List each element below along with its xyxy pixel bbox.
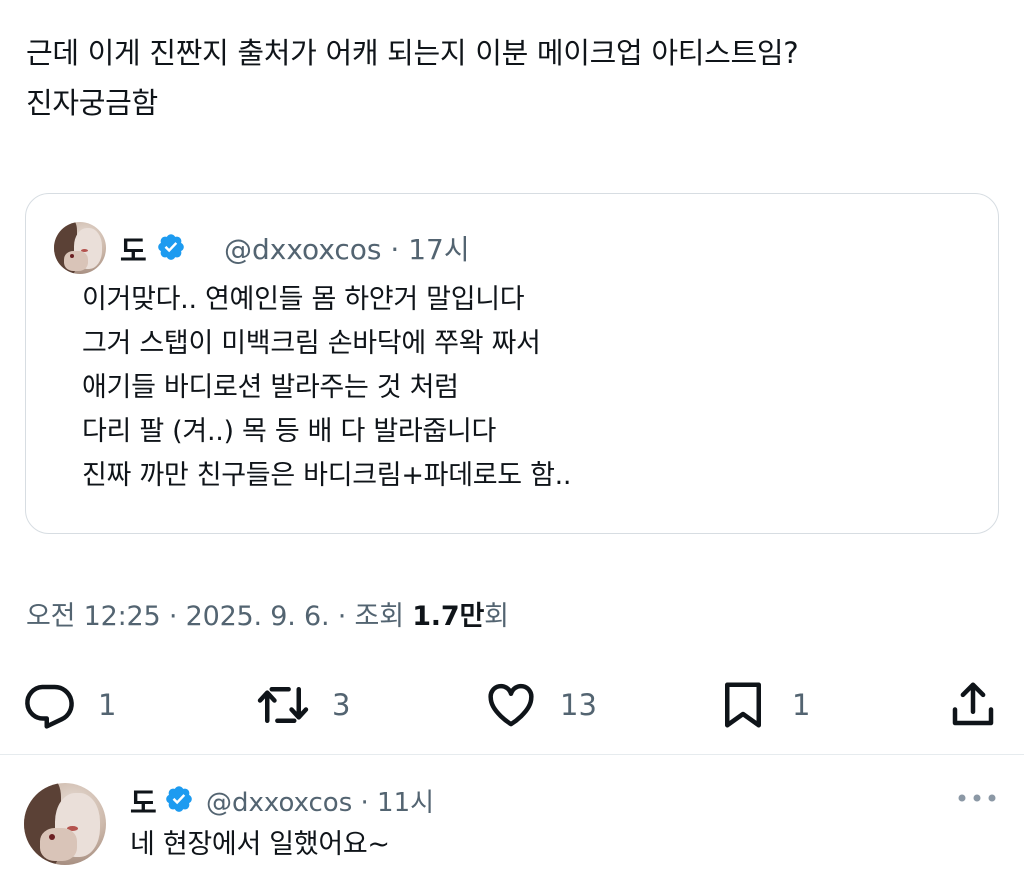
reply-icon (25, 684, 74, 729)
bookmark-button[interactable]: 1 (716, 670, 810, 740)
quoted-line: 진짜 까만 친구들은 바디크림+파데로도 함.. (82, 460, 572, 491)
reply-button[interactable]: 1 (22, 670, 116, 740)
retweet-button[interactable]: 3 (256, 670, 350, 740)
action-bar: 1 3 13 1 (0, 670, 1024, 740)
quoted-line: 이거맞다.. 연예인들 몸 하얀거 말입니다 (82, 284, 525, 315)
quoted-line: 다리 팔 (겨..) 목 등 배 다 발라줍니다 (82, 416, 497, 447)
avatar[interactable] (24, 783, 106, 865)
like-button[interactable]: 13 (484, 670, 597, 740)
more-icon[interactable] (955, 788, 999, 808)
author-name[interactable]: 도 (130, 780, 157, 822)
bookmark-icon (725, 682, 761, 728)
avatar[interactable] (54, 222, 106, 274)
like-icon (488, 683, 534, 727)
author-name[interactable]: 도 (120, 228, 147, 270)
divider (0, 754, 1024, 755)
quoted-tweet[interactable]: 도 @dxxoxcos · 17시 이거맞다.. 연예인들 몸 하얀거 말입니다… (25, 193, 999, 534)
reply-count: 1 (98, 688, 117, 722)
retweet-icon (257, 687, 309, 723)
like-count: 13 (560, 688, 597, 722)
quoted-tweet-header: 도 @dxxoxcos · 17시 (26, 214, 998, 274)
handle-time: @dxxoxcos · 11시 (206, 788, 435, 818)
tweet-meta: 오전 12:25 · 2025. 9. 6. · 조회 1.7만회 (26, 594, 509, 633)
verified-badge-icon (166, 786, 192, 812)
quoted-tweet-text: 이거맞다.. 연예인들 몸 하얀거 말입니다 그거 스탭이 미백크림 손바닥에 … (82, 278, 982, 498)
quoted-line: 애기들 바디로션 발라주는 것 처럼 (82, 372, 459, 403)
view-count: 1.7만 (412, 601, 485, 632)
verified-badge-icon (158, 234, 184, 260)
view-suffix: 회 (484, 601, 509, 632)
handle-time: @dxxoxcos · 17시 (224, 233, 470, 266)
quoted-line: 그거 스탭이 미백크림 손바닥에 쭈왁 짜서 (82, 328, 541, 359)
bookmark-count: 1 (792, 688, 811, 722)
reply-text: 네 현장에서 일했어요~ (130, 829, 390, 860)
timestamp[interactable]: 오전 12:25 · 2025. 9. 6. · 조회 (26, 601, 412, 632)
retweet-count: 3 (332, 688, 351, 722)
share-icon (952, 682, 994, 726)
tweet-text: 근데 이게 진짠지 출처가 어캐 되는지 이분 메이크업 아티스트임? 진자궁금… (26, 36, 799, 120)
share-button[interactable] (946, 670, 1000, 740)
